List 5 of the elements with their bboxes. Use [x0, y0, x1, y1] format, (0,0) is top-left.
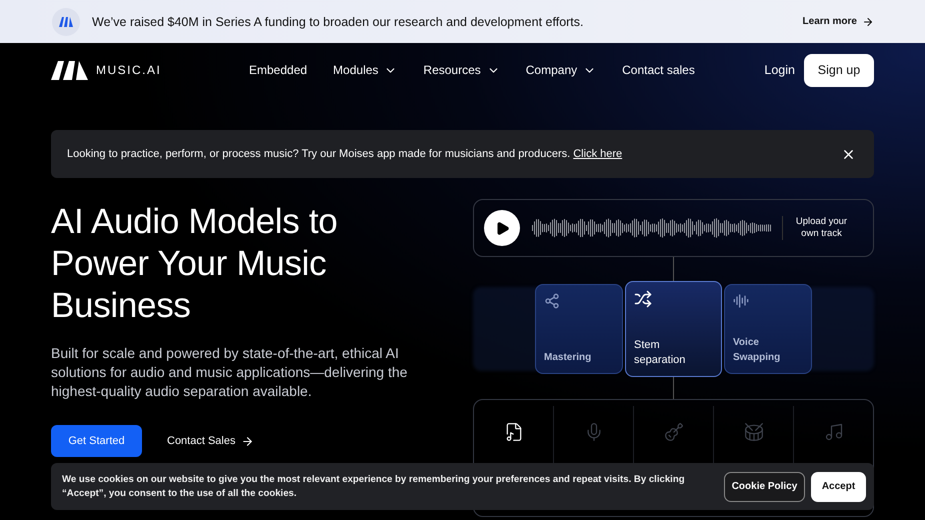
cookie-text: We use cookies on our website to give you the most relevant experience by remembering your preferences and repeat visits. By clicking “Accept”, you consent to the use of all the cookies. [62, 472, 686, 500]
announcement-text: We’ve raised $40M in Series A funding to broaden our research and development efforts. [92, 14, 585, 28]
hero-description: Built for scale and powered by state-of-the-art, ethical AI solutions for audio and music applications—delivering the highest-quality audio separation available. [51, 344, 408, 401]
hero-title: AI Audio Models to Power Your Music Business [51, 201, 338, 327]
notice-text: Looking to practice, perform, or process music? Try our Moises app made for musicians and producers. Click here [67, 148, 624, 160]
